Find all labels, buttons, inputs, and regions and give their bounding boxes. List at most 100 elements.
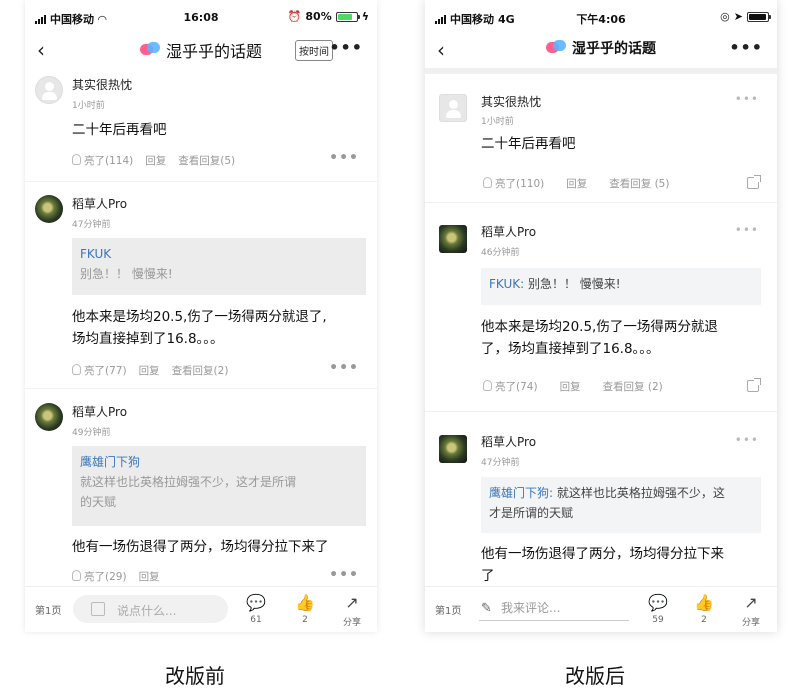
more-icon[interactable]: •••	[329, 38, 363, 57]
location-icon: ➤	[733, 10, 743, 23]
avatar[interactable]	[439, 225, 467, 253]
status-bar: 中国移动 ◠ 16:08 ⏰ 80% ϟ	[25, 0, 377, 34]
share-button[interactable]: ↗ 分享	[736, 593, 766, 628]
comment-text: 他本来是场均20.5,伤了一场得两分就退 了，场均直接掉到了16.8。。。	[481, 319, 718, 357]
quote-author[interactable]: FKUK:	[489, 277, 524, 291]
edit-icon	[91, 602, 105, 616]
sort-by-time-button[interactable]: 按时间	[295, 40, 333, 61]
like-post-button[interactable]: 👍 2	[290, 593, 320, 625]
comment-input[interactable]: 说点什么...	[73, 595, 228, 623]
comment-author[interactable]: 稻草人Pro	[72, 403, 127, 420]
like-button[interactable]: 亮了(114)	[72, 153, 133, 168]
quote-author[interactable]: 鹰雄门下狗:	[489, 486, 553, 500]
comment-item: 稻草人Pro 46分钟前 FKUK: 别急！！ 慢慢来! 他本来是场均20.5,…	[425, 203, 777, 411]
page-indicator[interactable]: 第1页	[435, 602, 461, 617]
like-button[interactable]: 亮了(77)	[72, 363, 127, 378]
phone-before: 中国移动 ◠ 16:08 ⏰ 80% ϟ ‹ 湿乎乎的话题 按时间 ••• 其实…	[25, 0, 377, 632]
pencil-icon: ✎	[481, 601, 492, 616]
comment-author[interactable]: 其实很热忱	[72, 76, 132, 93]
view-replies-button[interactable]: 查看回复(5)	[178, 153, 235, 168]
comment-time: 1小时前	[481, 117, 514, 127]
avatar[interactable]	[35, 195, 63, 223]
like-button[interactable]: 亮了(74)	[483, 379, 538, 394]
comment-more-icon[interactable]: •••	[735, 433, 759, 447]
topic-icon	[546, 40, 566, 56]
quote-author[interactable]: 鹰雄门下狗	[80, 452, 358, 472]
nav-bar: ‹ 湿乎乎的话题 按时间 •••	[25, 34, 377, 66]
comment-more-icon[interactable]: •••	[735, 223, 759, 237]
status-bar: 中国移动 4G 下午4:06 ◎ ➤	[425, 0, 777, 34]
comment-more-icon[interactable]: •••	[329, 150, 359, 166]
share-icon: ↗	[744, 593, 758, 612]
orientation-lock-icon: ◎	[720, 10, 730, 23]
comment-bubble-icon: 💬	[246, 593, 266, 612]
lightbulb-icon	[483, 380, 492, 391]
like-post-button[interactable]: 👍 2	[689, 593, 719, 625]
comment-item: 稻草人Pro 47分钟前 FKUK 别急！！ 慢慢来! 他本来是场均20.5,伤…	[25, 182, 377, 388]
comments-button[interactable]: 💬 61	[241, 593, 271, 625]
quoted-comment[interactable]: 鹰雄门下狗: 就这样也比英格拉姆强不少，这 才是所谓的天赋	[481, 477, 761, 533]
quoted-comment[interactable]: 鹰雄门下狗 就这样也比英格拉姆强不少，这才是所谓 的天赋	[72, 446, 366, 526]
comment-input[interactable]: ✎ 我来评论...	[479, 599, 629, 621]
comment-author[interactable]: 稻草人Pro	[481, 433, 536, 450]
bottom-bar: 第1页 ✎ 我来评论... 💬 59 👍 2 ↗ 分享	[425, 586, 777, 632]
avatar[interactable]	[439, 435, 467, 463]
lightbulb-icon	[72, 570, 81, 581]
comment-item: 稻草人Pro 47分钟前 鹰雄门下狗: 就这样也比英格拉姆强不少，这 才是所谓的…	[425, 412, 777, 586]
view-replies-button[interactable]: 查看回复(2)	[172, 363, 229, 378]
share-icon: ↗	[345, 593, 359, 612]
comment-text: 他有一场伤退得了两分，场均得分拉下来了	[72, 539, 329, 555]
comment-author[interactable]: 稻草人Pro	[481, 223, 536, 240]
quoted-comment[interactable]: FKUK: 别急！！ 慢慢来!	[481, 268, 761, 305]
avatar[interactable]	[35, 76, 63, 104]
page-indicator[interactable]: 第1页	[35, 602, 61, 617]
reply-button[interactable]: 回复	[145, 153, 166, 168]
comment-time: 47分钟前	[72, 220, 111, 230]
battery-icon	[747, 11, 771, 22]
comment-text: 他有一场伤退得了两分，场均得分拉下来 了	[481, 546, 724, 584]
thumbs-up-icon: 👍	[694, 593, 714, 612]
reply-button[interactable]: 回复	[566, 176, 587, 191]
comment-more-icon[interactable]: •••	[735, 92, 759, 106]
comment-list[interactable]: 其实很热忱 1小时前 二十年后再看吧 亮了(114) 回复 查看回复(5) ••…	[25, 68, 377, 586]
thumbs-up-icon: 👍	[295, 593, 315, 612]
status-right: ⏰ 80% ϟ	[287, 10, 369, 23]
like-button[interactable]: 亮了(110)	[483, 176, 544, 191]
lightbulb-icon	[483, 177, 492, 188]
quote-text: 别急！！ 慢慢来!	[80, 267, 173, 281]
comment-author[interactable]: 稻草人Pro	[72, 195, 127, 212]
comments-button[interactable]: 💬 59	[643, 593, 673, 625]
avatar[interactable]	[35, 403, 63, 431]
comment-item: 其实很热忱 1小时前 二十年后再看吧 亮了(114) 回复 查看回复(5) ••…	[25, 68, 377, 181]
nav-bar: ‹ 湿乎乎的话题 •••	[425, 34, 777, 66]
alarm-icon: ⏰	[287, 10, 302, 23]
page-title: 湿乎乎的话题	[572, 41, 656, 57]
quote-author[interactable]: FKUK	[80, 244, 358, 264]
view-replies-button[interactable]: 查看回复 (5)	[609, 176, 669, 191]
share-icon[interactable]	[747, 378, 761, 392]
caption-after: 改版后	[565, 664, 625, 688]
reply-button[interactable]: 回复	[139, 569, 160, 584]
quote-text: 就这样也比英格拉姆强不少，这才是所谓	[80, 475, 297, 489]
comment-more-icon[interactable]: •••	[329, 567, 359, 583]
quoted-comment[interactable]: FKUK 别急！！ 慢慢来!	[72, 238, 366, 295]
reply-button[interactable]: 回复	[139, 363, 160, 378]
view-replies-button[interactable]: 查看回复 (2)	[603, 379, 663, 394]
comment-author[interactable]: 其实很热忱	[481, 93, 541, 110]
comment-text: 他本来是场均20.5,伤了一场得两分就退了, 场均直接掉到了16.8。。。	[72, 309, 327, 347]
charging-icon: ϟ	[361, 10, 369, 23]
comment-time: 1小时前	[72, 101, 105, 111]
caption-before: 改版前	[165, 664, 225, 688]
phone-after: 中国移动 4G 下午4:06 ◎ ➤ ‹ 湿乎乎的话题 ••• 其实很热忱 1小…	[425, 0, 777, 632]
share-icon[interactable]	[747, 175, 761, 189]
like-button[interactable]: 亮了(29)	[72, 569, 127, 584]
comment-more-icon[interactable]: •••	[329, 360, 359, 376]
comment-list[interactable]: 其实很热忱 1小时前 二十年后再看吧 亮了(110) 回复 查看回复 (5) •…	[425, 68, 777, 586]
quote-text: 就这样也比英格拉姆强不少，这	[553, 486, 725, 500]
comment-bubble-icon: 💬	[648, 593, 668, 612]
share-button[interactable]: ↗ 分享	[337, 593, 367, 628]
avatar[interactable]	[439, 94, 467, 122]
bottom-bar: 第1页 说点什么... 💬 61 👍 2 ↗ 分享	[25, 586, 377, 632]
reply-button[interactable]: 回复	[560, 379, 581, 394]
more-icon[interactable]: •••	[729, 38, 763, 57]
